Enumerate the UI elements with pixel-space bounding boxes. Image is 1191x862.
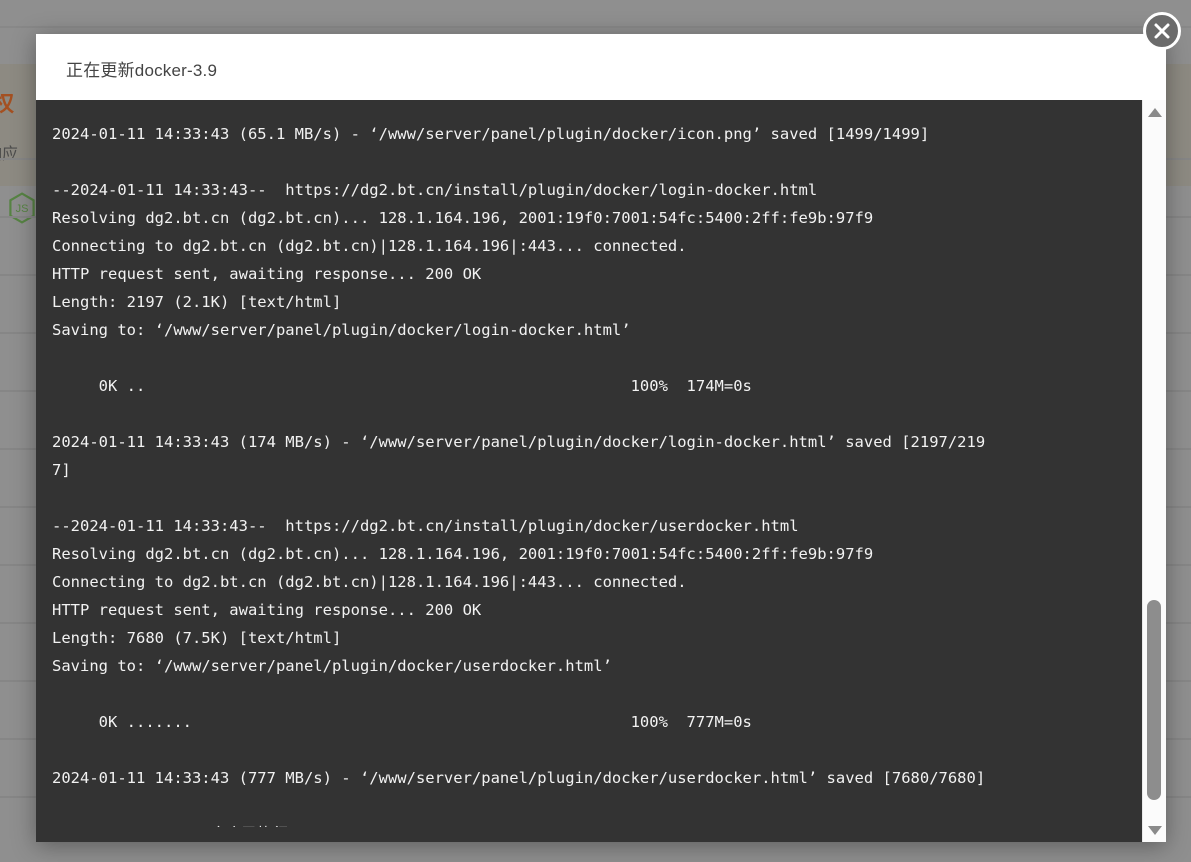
terminal-line: Connecting to dg2.bt.cn (dg2.bt.cn)|128.… bbox=[52, 572, 687, 591]
terminal-line: Resolving dg2.bt.cn (dg2.bt.cn)... 128.1… bbox=[52, 208, 874, 227]
terminal-line: 0K ....... 100% 777M=0s bbox=[52, 712, 752, 731]
scrollbar-thumb[interactable] bbox=[1147, 600, 1161, 800]
terminal-line: --2024-01-11 14:33:43-- https://dg2.bt.c… bbox=[52, 180, 818, 199]
terminal-line: 2024-01-11 14:33:43 (777 MB/s) - ‘/www/s… bbox=[52, 768, 986, 787]
triangle-up-icon[interactable] bbox=[1143, 102, 1166, 122]
dialog-header: 正在更新docker-3.9 bbox=[36, 34, 1166, 100]
terminal-line: Resolving dg2.bt.cn (dg2.bt.cn)... 128.1… bbox=[52, 544, 874, 563]
close-icon[interactable] bbox=[1143, 12, 1181, 50]
terminal-line: Connecting to dg2.bt.cn (dg2.bt.cn)|128.… bbox=[52, 236, 687, 255]
terminal-line: 2024-01-11 14:33:43 (65.1 MB/s) - ‘/www/… bbox=[52, 124, 930, 143]
terminal-line: |-Successify --- 命令已执行! --- bbox=[52, 820, 1142, 827]
terminal-line: Saving to: ‘/www/server/panel/plugin/doc… bbox=[52, 656, 612, 675]
triangle-down-icon[interactable] bbox=[1143, 820, 1166, 840]
terminal-line: Length: 2197 (2.1K) [text/html] bbox=[52, 292, 342, 311]
terminal-line: 2024-01-11 14:33:43 (174 MB/s) - ‘/www/s… bbox=[52, 432, 986, 451]
terminal-line: HTTP request sent, awaiting response... … bbox=[52, 600, 482, 619]
terminal-scrollbar[interactable] bbox=[1142, 100, 1166, 842]
terminal-output[interactable]: 2024-01-11 14:33:43 (65.1 MB/s) - ‘/www/… bbox=[36, 115, 1142, 827]
terminal-line: Saving to: ‘/www/server/panel/plugin/doc… bbox=[52, 320, 631, 339]
terminal-line: 0K .. 100% 174M=0s bbox=[52, 376, 752, 395]
terminal-line: Length: 7680 (7.5K) [text/html] bbox=[52, 628, 342, 647]
terminal-line: 7] bbox=[52, 460, 71, 479]
terminal-panel: 2024-01-11 14:33:43 (65.1 MB/s) - ‘/www/… bbox=[36, 100, 1166, 842]
dialog-title: 正在更新docker-3.9 bbox=[66, 61, 218, 80]
terminal-line: HTTP request sent, awaiting response... … bbox=[52, 264, 482, 283]
terminal-line: --2024-01-11 14:33:43-- https://dg2.bt.c… bbox=[52, 516, 799, 535]
